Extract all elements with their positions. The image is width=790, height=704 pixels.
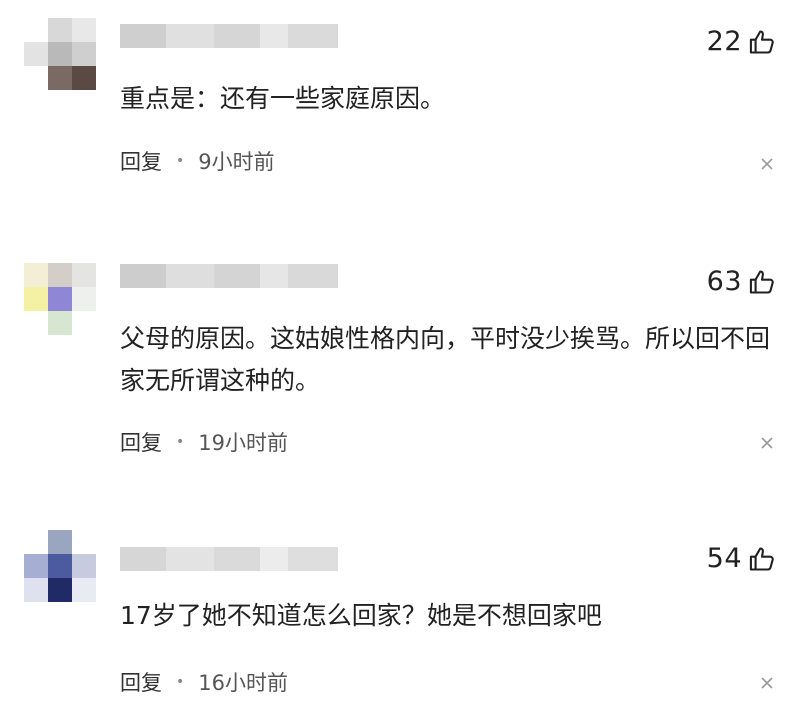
like-count: 22 [706, 26, 742, 57]
like-count: 54 [706, 543, 742, 574]
like-group[interactable]: 54 [707, 543, 776, 574]
avatar[interactable] [24, 263, 96, 335]
timestamp: 9小时前 [198, 150, 275, 174]
like-group[interactable]: 22 [707, 26, 776, 57]
comment-text: 重点是：还有一些家庭原因。 [120, 84, 446, 113]
comment-meta: 回复 • 19小时前 [120, 427, 288, 457]
thumbs-up-icon[interactable] [748, 28, 776, 56]
like-group[interactable]: 63 [707, 266, 776, 297]
comment-meta: 回复 • 9小时前 [120, 146, 275, 176]
separator-dot: • [176, 434, 185, 450]
username-blurred[interactable] [120, 24, 338, 48]
reply-button[interactable]: 回复 [120, 667, 162, 697]
separator-dot: • [176, 153, 185, 169]
avatar[interactable] [24, 530, 96, 602]
avatar[interactable] [24, 18, 96, 90]
like-count: 63 [706, 266, 742, 297]
comment-text: 父母的原因。这姑娘性格内向，平时没少挨骂。所以回不回家无所谓这种的。 [120, 324, 771, 395]
close-icon[interactable] [760, 157, 774, 171]
username-blurred[interactable] [120, 264, 338, 288]
thumbs-up-icon[interactable] [748, 545, 776, 573]
separator-dot: • [176, 674, 185, 690]
comment-meta: 回复 • 16小时前 [120, 667, 288, 697]
timestamp: 19小时前 [198, 431, 288, 455]
close-icon[interactable] [760, 436, 774, 450]
username-blurred[interactable] [120, 547, 338, 571]
comment-text: 17岁了她不知道怎么回家？她是不想回家吧 [120, 601, 602, 630]
close-icon[interactable] [760, 676, 774, 690]
reply-button[interactable]: 回复 [120, 146, 162, 176]
reply-button[interactable]: 回复 [120, 427, 162, 457]
timestamp: 16小时前 [198, 671, 288, 695]
thumbs-up-icon[interactable] [748, 268, 776, 296]
